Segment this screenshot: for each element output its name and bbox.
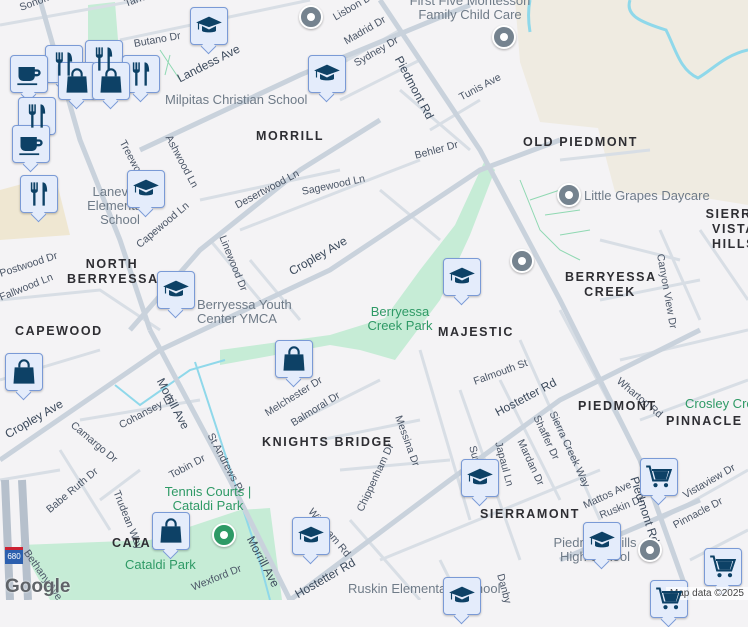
school-marker[interactable]	[292, 517, 330, 555]
park-label[interactable]: Cataldi Park	[125, 558, 196, 572]
neighborhood-label: CATALDI	[112, 536, 154, 550]
park-label[interactable]: Berryessa Creek Park	[360, 305, 440, 333]
bag-marker[interactable]	[275, 340, 313, 378]
shopping-cart-icon	[645, 463, 673, 491]
shopping-bag-icon	[10, 358, 38, 386]
restaurant-icon	[127, 60, 155, 88]
cart-marker[interactable]	[704, 548, 742, 586]
school-marker[interactable]	[443, 258, 481, 296]
poi-label[interactable]: First Five Montessori Family Child Care	[400, 0, 540, 22]
neighborhood-label: OLD PIEDMONT	[523, 135, 638, 149]
place-pin[interactable]	[299, 5, 323, 29]
poi-label[interactable]: Milpitas Christian School	[165, 93, 307, 107]
bag-marker[interactable]	[92, 62, 130, 100]
neighborhood-label: MAJESTIC	[438, 325, 514, 339]
shopping-cart-icon	[655, 585, 683, 613]
place-pin[interactable]	[492, 25, 516, 49]
school-icon	[313, 60, 341, 88]
neighborhood-label-text: SIERRA VISTA HILLS	[694, 207, 748, 252]
park-pin[interactable]	[212, 523, 236, 547]
place-pin[interactable]	[638, 538, 662, 562]
food-marker[interactable]	[20, 175, 58, 213]
park-label[interactable]: Tennis Courts | Cataldi Park	[163, 485, 253, 513]
bag-marker[interactable]	[58, 62, 96, 100]
restaurant-icon	[25, 180, 53, 208]
restaurant-icon	[23, 102, 51, 130]
place-pin[interactable]	[510, 249, 534, 273]
bag-marker[interactable]	[152, 512, 190, 550]
school-icon	[466, 464, 494, 492]
school-marker[interactable]	[157, 271, 195, 309]
poi-label[interactable]: Little Grapes Daycare	[584, 189, 710, 203]
school-icon	[297, 522, 325, 550]
place-pin[interactable]	[557, 183, 581, 207]
school-icon	[588, 527, 616, 555]
neighborhood-label: SIERRA VISTA HILLS	[694, 207, 748, 252]
neighborhood-label: CAPEWOOD	[15, 324, 103, 338]
coffee-marker[interactable]	[12, 125, 50, 163]
bag-marker[interactable]	[5, 353, 43, 391]
google-logo: Google	[5, 576, 70, 598]
shopping-cart-icon	[709, 553, 737, 581]
shopping-bag-icon	[63, 67, 91, 95]
school-marker[interactable]	[308, 55, 346, 93]
shopping-bag-icon	[157, 517, 185, 545]
school-icon	[448, 263, 476, 291]
cafe-icon	[17, 130, 45, 158]
cart-marker[interactable]	[650, 580, 688, 618]
cart-marker[interactable]	[640, 458, 678, 496]
neighborhood-label: PIEDMONT	[578, 399, 657, 413]
neighborhood-label: KNIGHTS BRIDGE	[262, 435, 393, 449]
cafe-icon	[15, 60, 43, 88]
school-marker[interactable]	[461, 459, 499, 497]
school-marker[interactable]	[583, 522, 621, 560]
poi-label[interactable]: Berryessa Youth Center YMCA	[197, 298, 297, 326]
school-marker[interactable]	[127, 170, 165, 208]
shopping-bag-icon	[97, 67, 125, 95]
shopping-bag-icon	[280, 345, 308, 373]
school-icon	[162, 276, 190, 304]
coffee-marker[interactable]	[10, 55, 48, 93]
school-icon	[448, 582, 476, 610]
school-marker[interactable]	[443, 577, 481, 615]
open-land-area	[515, 0, 748, 205]
neighborhood-label: PINNACLE	[666, 414, 743, 428]
school-icon	[195, 12, 223, 40]
neighborhood-label: BERRYESSA CREEK	[565, 270, 655, 300]
neighborhood-label: SIERRAMONT	[480, 507, 580, 521]
school-icon	[132, 175, 160, 203]
food-marker[interactable]	[122, 55, 160, 93]
school-marker[interactable]	[190, 7, 228, 45]
park-label[interactable]: Crosley Creek	[685, 397, 748, 411]
neighborhood-label: MORRILL	[256, 129, 324, 143]
highway-shield-680: 680	[5, 547, 23, 564]
neighborhood-label: NORTH BERRYESSA	[67, 257, 157, 287]
